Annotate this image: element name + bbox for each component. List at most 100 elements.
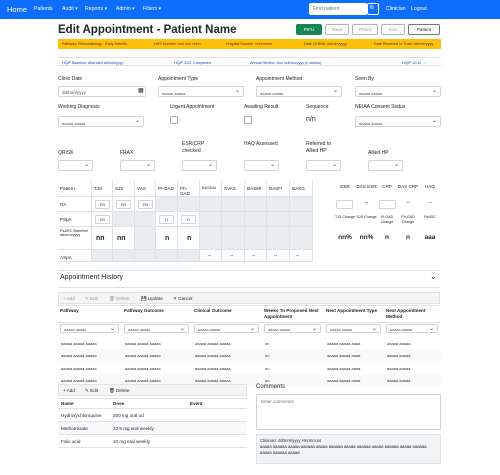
allied-hp-select[interactable] (368, 160, 403, 171)
right-sub-value: n (406, 234, 410, 241)
score-input[interactable]: nn (95, 200, 110, 209)
banner-dob: Date Of Birth: dd/mm/yyyy (304, 42, 348, 47)
score-value: nn (117, 235, 126, 242)
divider (58, 270, 440, 271)
medication-name: Methotrexate (61, 426, 88, 431)
nav-filters[interactable]: Filters ▾ (143, 6, 161, 12)
medication-delete-button[interactable]: 🗑 Delete (109, 388, 129, 394)
table-row[interactable] (58, 349, 441, 362)
nav-audit[interactable]: Audit ▾ (62, 6, 78, 12)
referred-allied-select[interactable] (306, 160, 341, 171)
score-header: Ph-GAD (178, 180, 200, 197)
patient-search-input[interactable]: Find patient (309, 3, 367, 15)
score-cell (178, 197, 200, 212)
score-cell (290, 197, 313, 212)
history-delete-button[interactable]: 🗑 Delete (109, 296, 129, 302)
score-cell (200, 197, 222, 212)
clinic-date-input[interactable]: dd/mm/yyyy (58, 86, 146, 97)
logout-link[interactable]: Logout (411, 6, 427, 12)
right-score-header: HAQ (425, 184, 435, 189)
history-cancel-button[interactable]: ✕ Cancel (173, 296, 192, 302)
hqip-3-12: HQIP 3/12: Completed (174, 60, 212, 65)
haq-assessed-select[interactable] (244, 160, 279, 171)
save-button[interactable]: Save (325, 24, 349, 35)
score-cell (267, 197, 290, 212)
table-rule (58, 322, 440, 323)
navbar: Home Patients Audit ▾ Reports ▾ Admin ▾ … (0, 0, 500, 19)
table-rule (58, 305, 440, 306)
medication-edit-button[interactable]: ✎ Edit (85, 388, 98, 394)
score-input[interactable]: nn (138, 200, 153, 209)
score-cell (222, 197, 245, 212)
history-cell: aaaaa aaaaa aaaaa (61, 341, 97, 346)
score-header: Pt-GAD (156, 180, 178, 197)
right-score-value: -- (364, 200, 369, 206)
exit-button[interactable]: Exit (381, 24, 405, 35)
frax-select[interactable] (120, 160, 155, 171)
score-cell (92, 250, 113, 262)
urgent-checkbox[interactable] (170, 116, 178, 124)
patient-button[interactable]: Patient (408, 24, 440, 35)
appointment-type-select[interactable]: aaaaa aaaaa (158, 86, 244, 97)
chevron-down-icon[interactable]: ⌄ (430, 272, 437, 281)
esr-input[interactable] (336, 200, 353, 209)
table-row[interactable] (58, 337, 441, 349)
medication-add-button[interactable]: + Add (63, 388, 75, 393)
nav-reports[interactable]: Reports ▾ (85, 6, 107, 12)
history-edit-button[interactable]: ✎ Edit (85, 296, 98, 302)
working-diagnosis-select[interactable]: aaaaa aaaaa (58, 116, 144, 127)
comments-textarea[interactable]: Enter comments (256, 394, 441, 430)
score-row-label: PSpA (58, 212, 92, 227)
score-input[interactable]: nn (116, 200, 131, 209)
calendar-icon[interactable]: ▦ (138, 87, 144, 94)
qrisk-select[interactable] (58, 160, 93, 171)
seen-by-select[interactable]: aaaaa aaaaa (355, 86, 441, 97)
history-cell: aaaaa aaaaa aaaa (327, 365, 361, 371)
esr-crp-select[interactable] (182, 160, 217, 171)
nav-admin[interactable]: Admin ▾ (116, 6, 135, 12)
score-cell (135, 227, 156, 250)
reset-button[interactable]: Reset (352, 24, 378, 35)
score-cell (290, 250, 313, 262)
appointment-method-select[interactable]: aaaaa aaaaa (256, 86, 342, 97)
history-cell: aaaaa aaaaa (387, 365, 411, 371)
right-score-header: DAS CRP (397, 184, 419, 189)
score-cell (267, 250, 290, 262)
history-filter-select[interactable]: aaaaa aaaaa (194, 324, 259, 333)
user-name[interactable]: Clinician (386, 6, 406, 12)
table-row[interactable] (58, 361, 441, 374)
neiaa-consent-select[interactable]: aaaaa aaaaa (355, 116, 441, 127)
search-icon[interactable]: 🔍 (367, 3, 379, 15)
score-header: BASG (290, 180, 313, 197)
table-row[interactable] (58, 435, 247, 448)
qrisk-label: QRISK (58, 150, 74, 156)
pifu-button[interactable]: PIFU (296, 24, 322, 35)
score-cell (200, 227, 222, 250)
page-title: Edit Appointment - Patient Name (58, 24, 237, 36)
score-input[interactable]: n (181, 215, 196, 224)
history-filter-select[interactable]: aaaaa aaaaa (386, 324, 438, 333)
score-cell (178, 250, 200, 262)
divider (58, 287, 440, 288)
history-column-header: Weeks To Proposed Next Appointment (264, 308, 319, 319)
history-update-button[interactable]: 💾 Update (141, 296, 163, 302)
score-value: nn (96, 235, 105, 242)
score-cell (113, 250, 135, 262)
score-input[interactable]: nn (95, 215, 110, 224)
home-link[interactable]: Home (7, 5, 27, 14)
crp-input[interactable] (379, 200, 396, 209)
right-sub-header: TJS Change (335, 215, 355, 219)
score-cell (245, 250, 267, 262)
awaiting-result-checkbox[interactable] (244, 116, 252, 124)
history-filter-select[interactable]: aaaaa aaaaa (60, 324, 119, 333)
history-cell: aaaaa aaaaa aaaaa (195, 365, 231, 371)
right-sub-header: Ph-GAD Change (401, 215, 415, 224)
history-filter-select[interactable]: aaaaa aaaaa (124, 324, 189, 333)
history-filter-select[interactable]: aaaaa aaaaa (264, 324, 321, 333)
history-add-button[interactable]: + Add (63, 296, 75, 301)
nav-patients[interactable]: Patients (34, 6, 53, 12)
history-column-header: Next Appointment Type (326, 308, 378, 313)
history-filter-select[interactable]: aaaaa aaaaa (326, 324, 381, 333)
right-sub-header: SJS Change (356, 215, 377, 219)
score-input[interactable]: n (159, 215, 174, 224)
